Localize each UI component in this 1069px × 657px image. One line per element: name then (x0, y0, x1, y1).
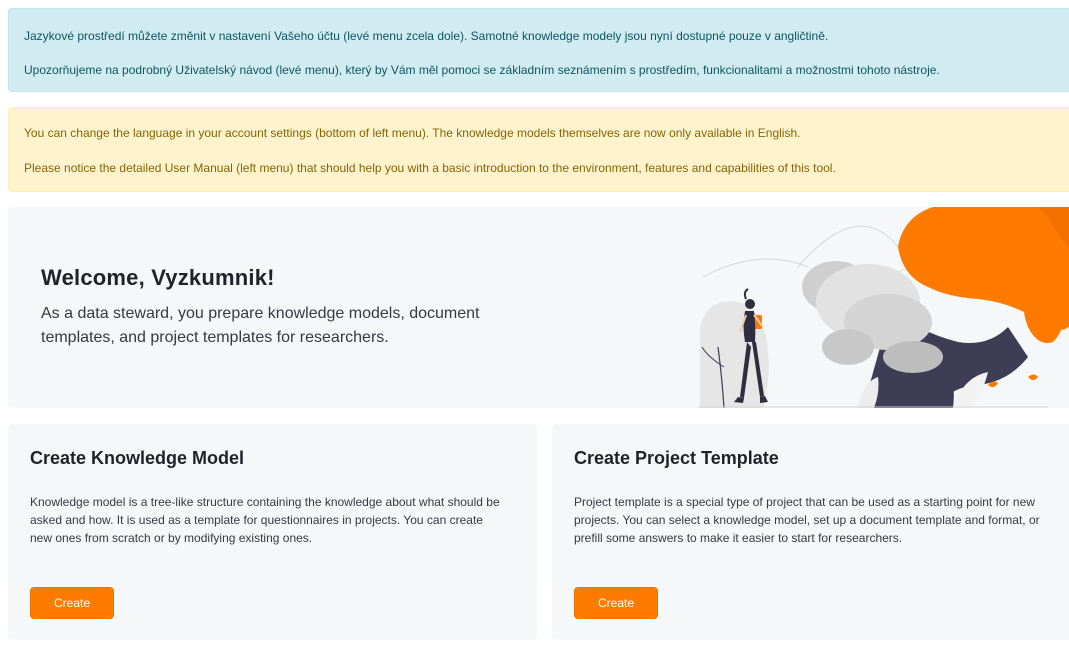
info-alert-manual-text: Upozorňujeme na podrobný Uživatelský náv… (24, 63, 940, 77)
welcome-title: Welcome, Vyzkumnik! (41, 265, 275, 290)
create-knowledge-model-card: Create Knowledge Model Knowledge model i… (8, 424, 537, 640)
warning-alert-language-text: You can change the language in your acco… (24, 126, 801, 140)
create-project-template-card: Create Project Template Project template… (552, 424, 1069, 640)
welcome-lead: As a data steward, you prepare knowledge… (41, 305, 480, 346)
project-template-card-description: Project template is a special type of pr… (574, 495, 1040, 545)
project-template-card-title: Create Project Template (574, 448, 779, 468)
knowledge-model-card-title: Create Knowledge Model (30, 448, 245, 468)
warning-alert-manual-text: Please notice the detailed User Manual (… (24, 161, 836, 175)
knowledge-model-card-description: Knowledge model is a tree-like structure… (30, 495, 500, 545)
welcome-illustration (698, 207, 1069, 408)
info-alert-language-text: Jazykové prostředí můžete změnit v nasta… (24, 29, 829, 43)
create-knowledge-model-button[interactable]: Create (30, 587, 114, 619)
info-alert: Jazykové prostředí můžete změnit v nasta… (8, 8, 1069, 92)
welcome-panel: Welcome, Vyzkumnik! As a data steward, y… (8, 207, 1069, 408)
warning-alert: You can change the language in your acco… (8, 107, 1069, 192)
create-project-template-button[interactable]: Create (574, 587, 658, 619)
